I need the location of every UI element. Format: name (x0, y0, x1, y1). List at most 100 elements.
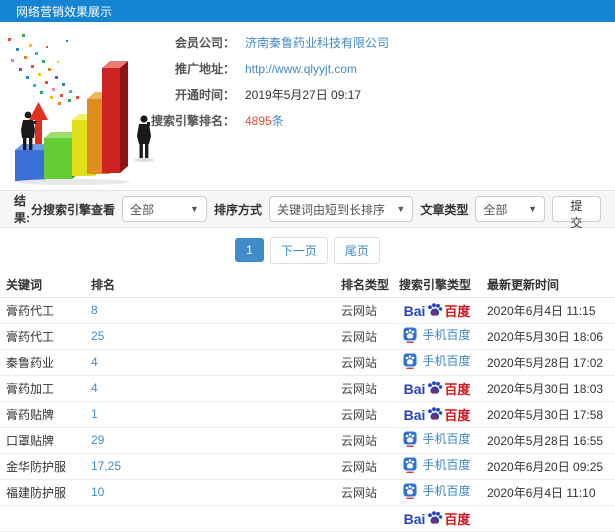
mobile-baidu-text: 手机百度 (422, 431, 471, 446)
update-time-cell: 2020年6月4日 11:10 (481, 479, 615, 506)
promo-url-link[interactable]: http://www.qlyyjt.com (245, 62, 357, 76)
header-keyword: 关键词 (0, 272, 85, 298)
keyword-cell: 膏药加工 (0, 375, 85, 402)
baidu-logo: Bai du 百度 (403, 380, 470, 397)
rank-link[interactable]: 10 (91, 485, 104, 499)
sort-select[interactable]: 关键词由短到长排序 ▼ (268, 196, 414, 222)
marketing-report-page: 网络营销效果展示 会员公司： 济南秦鲁药业科技有限公司 推广地址： http:/… (0, 0, 615, 532)
rank-type-cell (335, 505, 393, 532)
info-row-open-time: 开通时间： 2019年5月27日 09:17 (80, 88, 389, 102)
last-page-button[interactable]: 尾页 (333, 236, 380, 264)
rank-cell: 4 (85, 375, 335, 402)
rank-link[interactable]: 17,25 (91, 459, 121, 473)
mobile-baidu-logo: 手机百度 (403, 431, 471, 447)
keyword-cell: 口罩贴牌 (0, 427, 85, 454)
rank-link[interactable]: 1 (91, 407, 98, 421)
header-rank: 排名 (85, 272, 335, 298)
rank-link[interactable]: 25 (91, 329, 104, 343)
keyword-cell: 膏药代工 (0, 323, 85, 350)
chevron-down-icon: ▼ (190, 204, 199, 214)
pagination: 1 下一页 尾页 (0, 228, 615, 272)
rank-type-cell: 云网站 (335, 427, 393, 454)
keyword-cell: 福建防护服 (0, 479, 85, 506)
table-row: 福建防护服 10 云网站 手机百度 2020年6月4日 11:10 (0, 479, 615, 506)
rank-cell: 25 (85, 323, 335, 350)
table-row: 膏药贴牌 1 云网站 Bai du 百度 2020年5月30日 17:58 (0, 401, 615, 428)
open-time-value: 2019年5月27日 09:17 (245, 88, 362, 102)
engine-cell: 手机百度 (393, 349, 481, 376)
rank-link[interactable]: 29 (91, 433, 104, 447)
table-row: 膏药加工 4 云网站 Bai du 百度 2020年5月30日 18:03 (0, 375, 615, 402)
keyword-cell: 膏药代工 (0, 297, 85, 324)
article-type-select[interactable]: 全部 ▼ (475, 196, 545, 222)
rank-cell: 17,25 (85, 453, 335, 480)
mobile-baidu-icon (403, 327, 417, 343)
result-label: 结果: (14, 194, 30, 225)
rank-count-unit: 条 (271, 114, 284, 128)
keyword-cell: 金华防护服 (0, 453, 85, 480)
open-time-label: 开通时间： (174, 88, 235, 102)
baidu-logo-cn-text: 百度 (444, 303, 471, 319)
rank-link[interactable]: 4 (91, 381, 98, 395)
rank-link[interactable]: 8 (91, 303, 98, 317)
engine-cell: Bai du 百度 (393, 505, 481, 532)
update-time-cell: 2020年5月30日 17:58 (481, 401, 615, 428)
update-time-cell: 2020年6月4日 11:15 (481, 297, 615, 324)
results-table-body: 膏药代工 8 云网站 Bai du 百度 2020年6月4日 11:15 膏药代… (0, 297, 615, 532)
mobile-baidu-icon (403, 431, 417, 447)
page-1-button[interactable]: 1 (235, 238, 264, 262)
rank-type-cell: 云网站 (335, 401, 393, 428)
info-section: 会员公司： 济南秦鲁药业科技有限公司 推广地址： http://www.qlyy… (0, 22, 615, 190)
rank-type-cell: 云网站 (335, 453, 393, 480)
update-time-cell: 2020年5月28日 16:55 (481, 427, 615, 454)
baidu-logo-bai-text: Bai (403, 380, 426, 397)
baidu-logo-bai-text: Bai (403, 302, 426, 319)
rank-cell: 10 (85, 479, 335, 506)
promo-url-label: 推广地址： (174, 62, 235, 76)
engine-cell: Bai du 百度 (393, 375, 481, 402)
table-row: 金华防护服 17,25 云网站 手机百度 2020年6月20日 09:25 (0, 453, 615, 480)
filter-controls: 分搜索引擎查看 全部 ▼ 排序方式 关键词由短到长排序 ▼ 文章类型 全部 ▼ … (30, 196, 602, 230)
rank-type-cell: 云网站 (335, 323, 393, 350)
rank-link[interactable]: 4 (91, 355, 98, 369)
baidu-logo-bai-text: Bai (403, 510, 426, 527)
svg-text:du: du (432, 415, 440, 421)
engine-cell: 手机百度 (393, 323, 481, 350)
baidu-paw-icon: du (428, 380, 443, 395)
mobile-baidu-logo: 手机百度 (403, 353, 471, 369)
baidu-logo: Bai du 百度 (403, 406, 471, 423)
company-name-link[interactable]: 济南秦鲁药业科技有限公司 (245, 34, 389, 51)
engine-cell: Bai du 百度 (393, 401, 481, 428)
header-engine-type: 搜索引擎类型 (393, 272, 481, 298)
article-type-label: 文章类型 (420, 202, 469, 217)
rank-type-cell: 云网站 (335, 479, 393, 506)
keyword-cell: 秦鲁药业 (0, 349, 85, 376)
submit-button[interactable]: 提交 (552, 196, 602, 230)
baidu-logo: Bai du 百度 (403, 510, 470, 527)
article-type-value: 全部 (483, 202, 508, 217)
table-row: 秦鲁药业 4 云网站 手机百度 2020年5月28日 17:02 (0, 349, 615, 376)
engine-filter-label: 分搜索引擎查看 (30, 202, 115, 217)
chevron-down-icon: ▼ (396, 204, 406, 214)
mobile-baidu-logo: 手机百度 (403, 457, 471, 473)
rank-count-value[interactable]: 4895条 (245, 112, 284, 129)
header-rank-type: 排名类型 (335, 272, 393, 298)
mobile-baidu-text: 手机百度 (422, 483, 471, 498)
filter-bar: 结果: 分搜索引擎查看 全部 ▼ 排序方式 关键词由短到长排序 ▼ 文章类型 全… (0, 190, 615, 230)
rank-count-label: 搜索引擎排名： (150, 114, 235, 128)
baidu-logo-cn-text: 百度 (444, 407, 471, 423)
next-page-button[interactable]: 下一页 (269, 236, 328, 264)
mobile-baidu-text: 手机百度 (422, 457, 471, 472)
baidu-paw-icon: du (428, 302, 443, 317)
rank-type-cell: 云网站 (335, 297, 393, 324)
keyword-cell: 膏药贴牌 (0, 401, 85, 428)
mobile-baidu-logo: 手机百度 (403, 327, 471, 343)
table-row: 口罩贴牌 29 云网站 手机百度 2020年5月28日 16:55 (0, 427, 615, 454)
svg-text:du: du (432, 389, 440, 395)
mobile-baidu-icon (403, 457, 417, 473)
keyword-cell (0, 505, 85, 532)
baidu-logo-bai-text: Bai (403, 406, 426, 423)
rank-cell: 1 (85, 401, 335, 428)
engine-select[interactable]: 全部 ▼ (121, 196, 207, 222)
update-time-cell: 2020年5月30日 18:03 (481, 375, 615, 402)
